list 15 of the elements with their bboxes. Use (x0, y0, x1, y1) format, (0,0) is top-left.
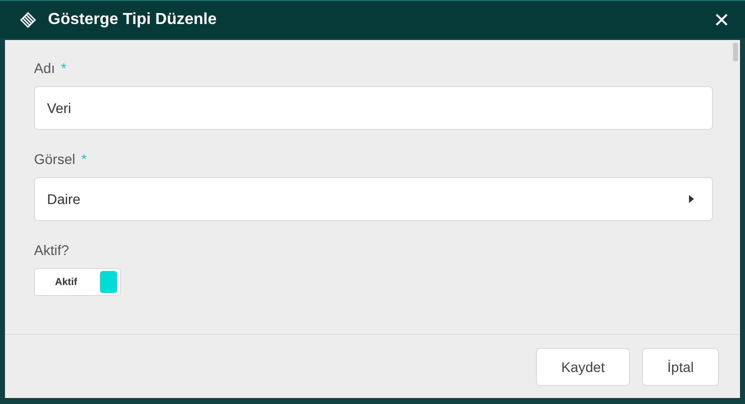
field-label: Aktif? (34, 242, 70, 258)
select-field[interactable]: Daire (34, 177, 713, 221)
save-button[interactable]: Kaydet (536, 348, 630, 386)
required-mark: * (81, 151, 87, 167)
caret-icon (689, 195, 694, 203)
window-title: Gösterge Tipi Düzenle (48, 10, 218, 28)
field-label: Görsel (34, 151, 76, 167)
cancel-button[interactable]: İptal (642, 348, 719, 386)
toggle-switch[interactable]: Aktif (34, 268, 121, 296)
layers-icon (20, 12, 36, 28)
close-button[interactable]: ✕ (713, 10, 730, 30)
input-field[interactable]: Veri (34, 86, 713, 130)
scrollbar-thumb[interactable] (733, 43, 738, 61)
field-label: Adı (34, 60, 56, 76)
required-mark: * (61, 60, 66, 76)
